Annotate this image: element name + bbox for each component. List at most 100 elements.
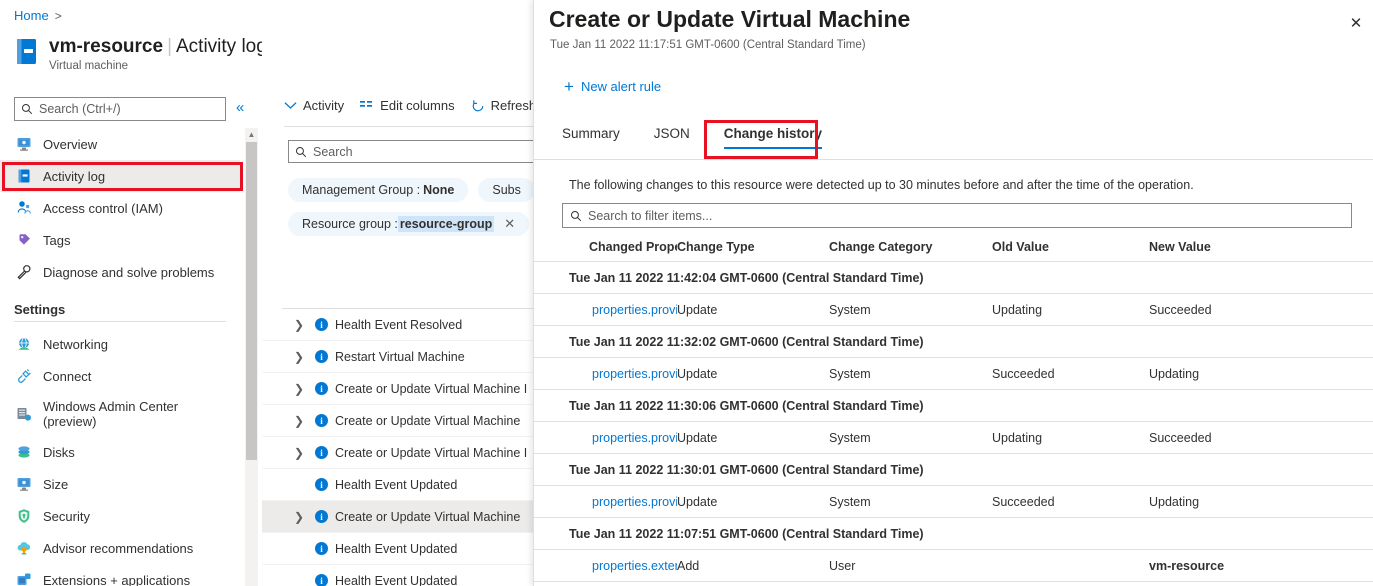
close-icon[interactable]: ✕ <box>1346 13 1366 33</box>
changed-property-link[interactable]: properties.provision... <box>592 431 677 445</box>
cell-changed-property: properties.extended... <box>534 559 677 573</box>
sidebar-item-label: Windows Admin Center (preview) <box>43 399 179 429</box>
toolbar-edit-columns[interactable]: Edit columns <box>360 98 455 113</box>
activity-log-search[interactable] <box>288 140 533 163</box>
virtual-machine-icon <box>14 38 40 66</box>
sidebar-item-extensions-applications[interactable]: Extensions + applications <box>0 564 240 586</box>
info-icon: i <box>315 574 328 586</box>
tags-icon <box>16 232 32 248</box>
tab-summary[interactable]: Summary <box>562 126 620 149</box>
sidebar-item-label: Size <box>43 476 69 492</box>
sidebar-item-label: Networking <box>43 336 109 352</box>
search-input[interactable] <box>588 208 1344 223</box>
table-row[interactable]: ❯ i Create or Update Virtual Machine I <box>262 437 533 469</box>
sidebar-item-activity-log[interactable]: Activity log <box>0 160 240 192</box>
table-row[interactable]: ❯ i Health Event Resolved <box>262 309 533 341</box>
table-row[interactable]: properties.provision... Update System Su… <box>534 486 1373 518</box>
sidebar-search[interactable] <box>14 97 226 121</box>
operation-rows-list: ❯ i Health Event Resolved ❯ i Restart Vi… <box>262 309 533 586</box>
detail-panel-timestamp: Tue Jan 11 2022 11:17:51 GMT-0600 (Centr… <box>550 39 866 51</box>
remove-filter-icon[interactable]: ✕ <box>504 216 515 232</box>
changed-property-link[interactable]: properties.provision... <box>592 495 677 509</box>
expand-chevron-icon[interactable]: ❯ <box>294 446 304 460</box>
edit-columns-icon <box>360 100 374 111</box>
table-row[interactable]: properties.extended... Add User vm-resou… <box>534 550 1373 582</box>
sidebar-scrollbar-thumb[interactable] <box>246 142 257 460</box>
sidebar-item-size[interactable]: Size <box>0 468 240 500</box>
sidebar-item-networking[interactable]: Networking <box>0 328 240 360</box>
expand-chevron-icon[interactable]: ❯ <box>294 382 304 396</box>
connect-icon <box>16 368 32 384</box>
operation-name: Health Event Updated <box>335 573 458 586</box>
windows-admin-center-icon <box>16 406 32 422</box>
filter-chip-management-group[interactable]: Management Group : None <box>288 178 469 202</box>
changed-property-link[interactable]: properties.provision... <box>592 367 677 381</box>
table-row[interactable]: i Health Event Updated <box>262 469 533 501</box>
changed-property-link[interactable]: properties.provision... <box>592 303 677 317</box>
operation-name: Create or Update Virtual Machine <box>335 413 521 428</box>
table-row[interactable]: properties.provision... Update System Up… <box>534 294 1373 326</box>
tab-change-history[interactable]: Change history <box>723 126 823 149</box>
collapse-sidebar-button[interactable]: « <box>236 99 244 116</box>
table-row[interactable]: i Health Event Updated <box>262 533 533 565</box>
cell-change-type: Update <box>677 302 718 317</box>
expand-chevron-icon[interactable]: ❯ <box>294 510 304 524</box>
table-row[interactable]: ❯ i Create or Update Virtual Machine <box>262 405 533 437</box>
sidebar-item-label: Security <box>43 508 90 524</box>
cell-changed-property: properties.provision... <box>534 367 677 381</box>
cell-new-value: vm-resource <box>1149 559 1329 573</box>
scroll-up-arrow-icon[interactable]: ▲ <box>245 128 258 140</box>
access-control-icon <box>16 200 32 216</box>
sidebar-item-connect[interactable]: Connect <box>0 360 240 392</box>
page-title: vm-resource | Activity log <box>49 34 267 59</box>
add-icon: + <box>564 77 574 96</box>
sidebar-item-access-control[interactable]: Access control (IAM) <box>0 192 240 224</box>
table-row[interactable]: i Health Event Updated <box>262 565 533 586</box>
expand-chevron-icon[interactable]: ❯ <box>294 414 304 428</box>
table-row[interactable]: ❯ i Create or Update Virtual Machine I <box>262 373 533 405</box>
tab-json[interactable]: JSON <box>654 126 690 149</box>
activity-log-icon <box>16 168 32 184</box>
toolbar-label: Edit columns <box>380 98 455 113</box>
sidebar-item-label: Disks <box>43 444 75 460</box>
table-row[interactable]: ❯ i Create or Update Virtual Machine <box>262 501 533 533</box>
sidebar-item-advisor-recommendations[interactable]: Advisor recommendations <box>0 532 240 564</box>
table-header-row: Changed Property Change Type Change Cate… <box>534 232 1373 262</box>
table-row[interactable]: properties.provision... Update System Up… <box>534 422 1373 454</box>
toolbar-refresh[interactable]: Refresh <box>471 98 533 113</box>
refresh-icon <box>471 99 485 113</box>
cell-new-value: Succeeded <box>1149 430 1212 445</box>
sidebar-item-disks[interactable]: Disks <box>0 436 240 468</box>
table-row[interactable]: properties.provision... Update System Su… <box>534 358 1373 390</box>
sidebar-item-windows-admin-center[interactable]: Windows Admin Center (preview) <box>0 392 240 436</box>
cell-old-value: Succeeded <box>992 494 1055 509</box>
search-input[interactable] <box>39 102 219 116</box>
toolbar-divider <box>284 126 533 127</box>
change-history-filter-search[interactable] <box>562 203 1352 228</box>
filter-chip-subscription[interactable]: Subs <box>478 178 533 202</box>
info-icon: i <box>315 414 328 427</box>
sidebar-item-label: Connect <box>43 368 92 384</box>
filter-chips-row-1: Management Group : None Subs <box>288 178 533 202</box>
info-icon: i <box>315 446 328 459</box>
expand-chevron-icon[interactable]: ❯ <box>294 350 304 364</box>
new-alert-rule-button[interactable]: + New alert rule <box>564 77 661 96</box>
cell-new-value: Updating <box>1149 366 1200 381</box>
sidebar-item-tags[interactable]: Tags <box>0 224 240 256</box>
expand-chevron-icon[interactable]: ❯ <box>294 318 304 332</box>
sidebar-item-security[interactable]: Security <box>0 500 240 532</box>
search-input[interactable] <box>313 144 533 159</box>
sidebar-item-diagnose[interactable]: Diagnose and solve problems <box>0 256 240 288</box>
changed-property-link[interactable]: properties.extended... <box>592 559 677 573</box>
sidebar-item-overview[interactable]: Overview <box>0 128 240 160</box>
filter-chip-resource-group[interactable]: Resource group : resource-group ✕ <box>288 212 530 236</box>
info-icon: i <box>315 478 328 491</box>
breadcrumb-home[interactable]: Home <box>14 8 49 23</box>
toolbar-activity-filter[interactable]: Activity <box>284 98 344 113</box>
chip-value: resource-group <box>397 216 495 232</box>
advisor-icon <box>16 540 32 556</box>
change-history-table: Changed Property Change Type Change Cate… <box>534 232 1373 582</box>
filter-chips-row-2: Resource group : resource-group ✕ <box>288 212 530 236</box>
table-row[interactable]: ❯ i Restart Virtual Machine <box>262 341 533 373</box>
cell-change-type: Update <box>677 366 718 381</box>
